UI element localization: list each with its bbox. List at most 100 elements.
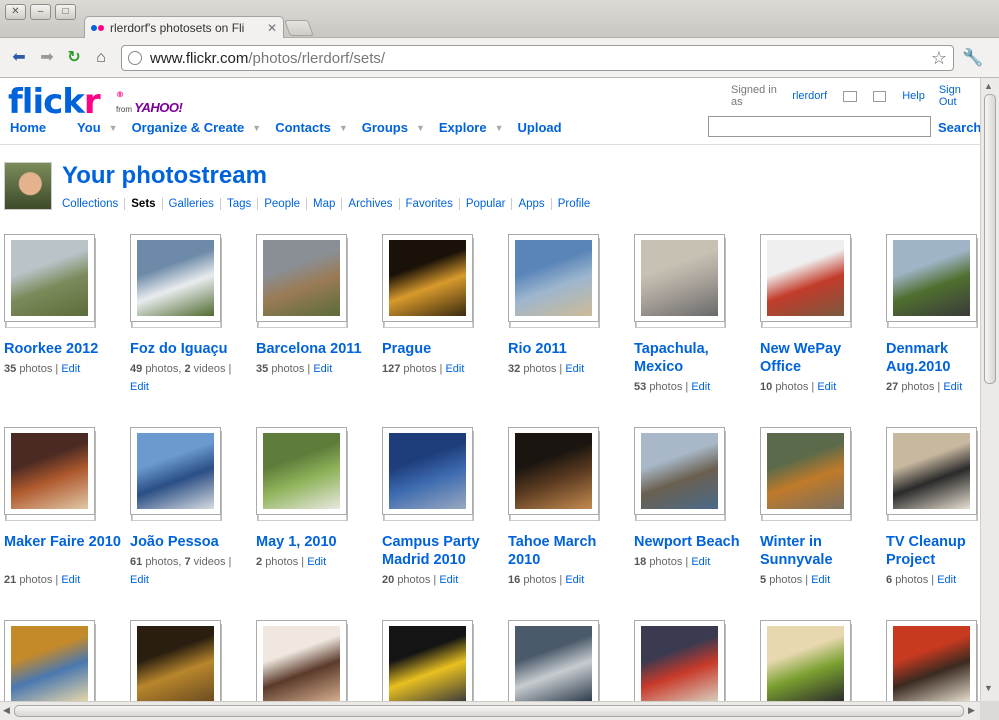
edit-link[interactable]: Edit <box>565 574 584 586</box>
nav-groups[interactable]: Groups ▼ <box>362 120 439 135</box>
set-thumbnail-image[interactable] <box>767 433 844 509</box>
avatar[interactable] <box>4 162 52 210</box>
flickr-logo[interactable]: flickr ® <box>8 82 124 122</box>
edit-link[interactable]: Edit <box>130 381 149 393</box>
set-thumbnail-image[interactable] <box>389 433 466 509</box>
subnav-archives[interactable]: Archives <box>341 198 398 210</box>
vertical-scroll-thumb[interactable] <box>984 94 996 384</box>
reload-icon[interactable]: ↻ <box>64 48 84 68</box>
set-thumbnail-image[interactable] <box>893 240 970 316</box>
set-title[interactable]: New WePay Office <box>760 340 878 376</box>
wrench-icon[interactable]: 🔧 <box>962 48 983 68</box>
set-thumbnail-image[interactable] <box>263 626 340 701</box>
set-thumbnail-stack[interactable] <box>634 427 726 521</box>
maximize-window-button[interactable]: □ <box>55 4 76 20</box>
search-input[interactable] <box>708 116 931 137</box>
set-thumbnail-stack[interactable] <box>508 620 600 701</box>
nav-upload[interactable]: Upload <box>518 120 562 135</box>
set-thumbnail-image[interactable] <box>11 240 88 316</box>
set-thumbnail-image[interactable] <box>641 626 718 701</box>
address-bar[interactable]: www.flickr.com/photos/rlerdorf/sets/ ☆ <box>121 45 954 71</box>
set-thumbnail-stack[interactable] <box>382 620 474 701</box>
back-icon[interactable]: ⬅ <box>9 48 29 68</box>
set-title[interactable]: Roorkee 2012 <box>4 340 122 358</box>
set-title[interactable]: Tahoe March 2010 <box>508 533 626 569</box>
set-title[interactable]: Rio 2011 <box>508 340 626 358</box>
set-thumbnail-image[interactable] <box>767 626 844 701</box>
scroll-down-icon[interactable]: ▼ <box>984 683 993 693</box>
set-thumbnail-stack[interactable] <box>4 234 96 328</box>
set-thumbnail-stack[interactable] <box>130 234 222 328</box>
scroll-right-icon[interactable]: ▶ <box>968 705 975 716</box>
edit-link[interactable]: Edit <box>307 556 326 568</box>
set-title[interactable]: Prague <box>382 340 500 358</box>
sign-out-link[interactable]: Sign Out <box>939 84 980 108</box>
help-link[interactable]: Help <box>902 90 925 102</box>
edit-link[interactable]: Edit <box>817 381 836 393</box>
horizontal-scroll-thumb[interactable] <box>14 705 964 717</box>
mail-icon[interactable] <box>872 90 887 102</box>
set-thumbnail-image[interactable] <box>641 433 718 509</box>
nav-home[interactable]: Home▼ <box>10 120 77 135</box>
set-thumbnail-stack[interactable] <box>508 427 600 521</box>
vertical-scrollbar[interactable]: ▲ ▼ <box>980 78 999 701</box>
edit-link[interactable]: Edit <box>445 363 464 375</box>
set-thumbnail-stack[interactable] <box>886 234 978 328</box>
edit-link[interactable]: Edit <box>439 574 458 586</box>
minimize-window-button[interactable]: – <box>30 4 51 20</box>
set-title[interactable]: May 1, 2010 <box>256 533 374 551</box>
set-thumbnail-image[interactable] <box>263 433 340 509</box>
edit-link[interactable]: Edit <box>61 574 80 586</box>
forward-icon[interactable]: ➡ <box>37 48 57 68</box>
edit-link[interactable]: Edit <box>565 363 584 375</box>
username-link[interactable]: rlerdorf <box>792 90 827 102</box>
edit-link[interactable]: Edit <box>937 574 956 586</box>
set-thumbnail-stack[interactable] <box>760 427 852 521</box>
edit-link[interactable]: Edit <box>943 381 962 393</box>
edit-link[interactable]: Edit <box>130 574 149 586</box>
search-button[interactable]: Search <box>938 120 980 135</box>
nav-organize[interactable]: Organize & Create ▼ <box>132 120 276 135</box>
set-title[interactable]: Newport Beach <box>634 533 752 551</box>
chevron-down-icon[interactable]: ▼ <box>109 123 118 133</box>
subnav-galleries[interactable]: Galleries <box>161 198 220 210</box>
set-thumbnail-stack[interactable] <box>886 427 978 521</box>
set-thumbnail-stack[interactable] <box>382 427 474 521</box>
new-tab-button[interactable] <box>284 20 314 36</box>
subnav-apps[interactable]: Apps <box>511 198 550 210</box>
page-title[interactable]: Your photostream <box>62 162 267 190</box>
nav-explore[interactable]: Explore ▼ <box>439 120 518 135</box>
set-thumbnail-stack[interactable] <box>760 620 852 701</box>
set-thumbnail-image[interactable] <box>137 626 214 701</box>
scroll-up-icon[interactable]: ▲ <box>984 81 993 91</box>
set-thumbnail-stack[interactable] <box>130 620 222 701</box>
edit-link[interactable]: Edit <box>61 363 80 375</box>
set-thumbnail-stack[interactable] <box>4 620 96 701</box>
edit-link[interactable]: Edit <box>691 381 710 393</box>
close-window-button[interactable]: ✕ <box>5 4 26 20</box>
set-thumbnail-stack[interactable] <box>256 234 348 328</box>
chevron-down-icon[interactable]: ▼ <box>495 123 504 133</box>
set-thumbnail-stack[interactable] <box>130 427 222 521</box>
set-thumbnail-image[interactable] <box>893 626 970 701</box>
set-thumbnail-image[interactable] <box>389 240 466 316</box>
nav-contacts[interactable]: Contacts ▼ <box>275 120 362 135</box>
set-thumbnail-stack[interactable] <box>886 620 978 701</box>
subnav-tags[interactable]: Tags <box>219 198 257 210</box>
browser-tab[interactable]: rlerdorf's photosets on Fli ✕ <box>84 16 284 39</box>
subnav-sets[interactable]: Sets <box>124 198 161 210</box>
set-thumbnail-stack[interactable] <box>634 234 726 328</box>
set-title[interactable]: Tapachula, Mexico <box>634 340 752 376</box>
scroll-left-icon[interactable]: ◀ <box>3 705 10 716</box>
set-thumbnail-stack[interactable] <box>634 620 726 701</box>
edit-link[interactable]: Edit <box>313 363 332 375</box>
chevron-down-icon[interactable]: ▼ <box>416 123 425 133</box>
set-title[interactable]: Campus Party Madrid 2010 <box>382 533 500 569</box>
set-thumbnail-stack[interactable] <box>508 234 600 328</box>
subnav-map[interactable]: Map <box>306 198 341 210</box>
subnav-collections[interactable]: Collections <box>62 198 124 210</box>
nav-you[interactable]: You ▼ <box>77 120 132 135</box>
set-thumbnail-stack[interactable] <box>256 427 348 521</box>
set-thumbnail-image[interactable] <box>515 240 592 316</box>
chevron-down-icon[interactable]: ▼ <box>339 123 348 133</box>
